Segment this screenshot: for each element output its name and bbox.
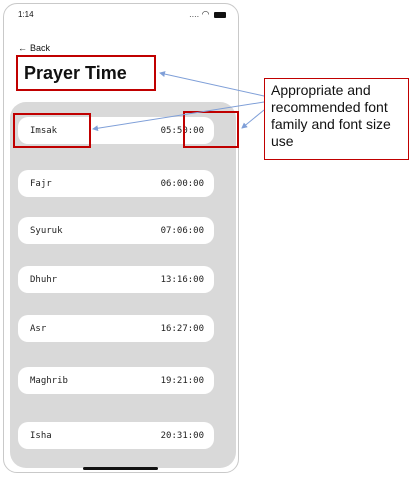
arrow-to-time — [241, 109, 265, 129]
annotation-arrows — [92, 71, 265, 132]
arrow-to-name — [92, 101, 265, 132]
arrow-to-title — [159, 71, 265, 97]
